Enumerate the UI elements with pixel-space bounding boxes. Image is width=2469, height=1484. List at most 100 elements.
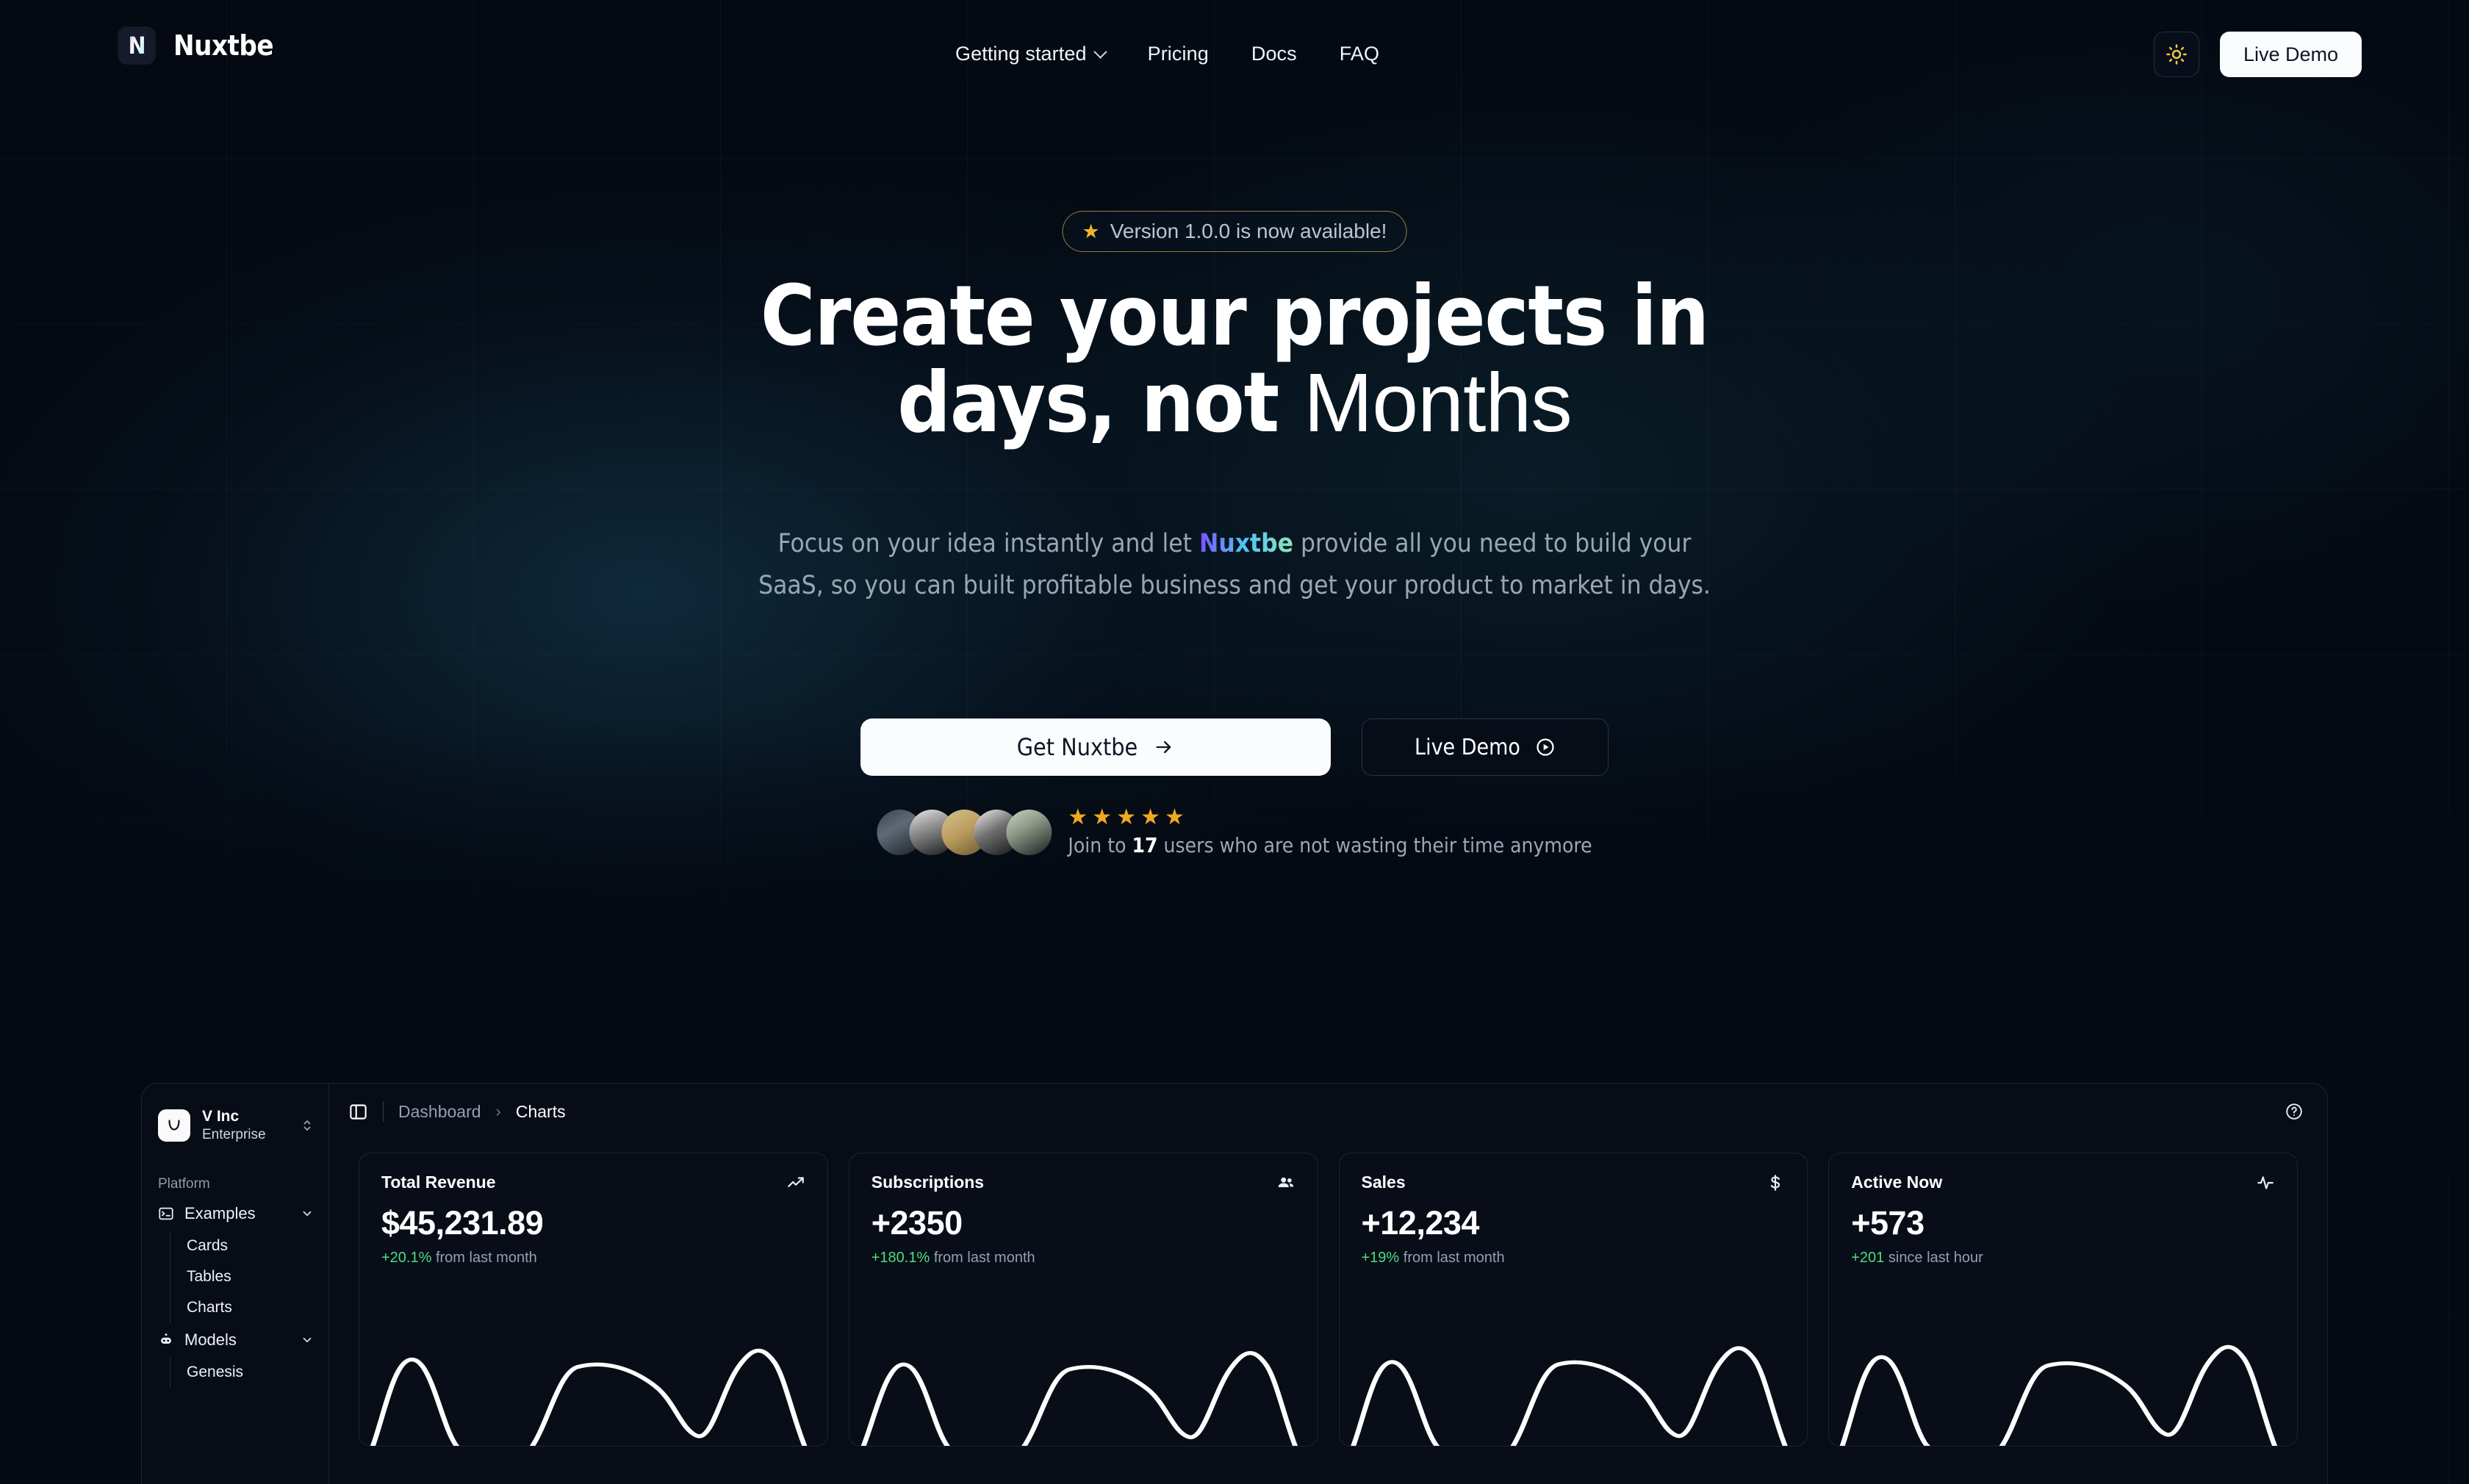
- card-delta-suffix: from last month: [930, 1250, 1035, 1266]
- org-name: V Inc: [202, 1108, 240, 1125]
- sidebar-item-genesis[interactable]: Genesis: [170, 1357, 328, 1388]
- card-delta-value: +20.1%: [381, 1250, 432, 1266]
- sidebar-item-examples[interactable]: Examples: [142, 1197, 328, 1231]
- brand-mark-letter: N: [128, 32, 145, 60]
- dashboard-main: Dashboard › Charts Total Revenue $45,231…: [329, 1084, 2327, 1484]
- nav-item-getting-started[interactable]: Getting started: [955, 43, 1107, 65]
- subtitle-brand-word: Nuxtbe: [1198, 529, 1294, 558]
- site-header: N Nuxtbe Getting started Pricing Docs FA…: [0, 0, 2469, 116]
- chevron-down-icon: [1093, 45, 1107, 59]
- dollar-sign-icon: [1771, 1174, 1780, 1191]
- theme-toggle-button[interactable]: [2153, 32, 2199, 77]
- header-live-demo-button[interactable]: Live Demo: [2219, 32, 2362, 77]
- card-header: Subscriptions: [871, 1173, 1295, 1192]
- trending-up-icon: [787, 1176, 804, 1187]
- card-title: Subscriptions: [871, 1173, 985, 1192]
- breadcrumb-dashboard[interactable]: Dashboard: [398, 1102, 481, 1122]
- card-delta-value: +180.1%: [871, 1250, 930, 1266]
- sidebar-item-charts[interactable]: Charts: [170, 1292, 328, 1323]
- sidebar-item-models[interactable]: Models: [142, 1323, 328, 1357]
- users-icon: [1278, 1177, 1293, 1187]
- nav-item-faq[interactable]: FAQ: [1340, 43, 1379, 65]
- star-icon: ★: [1092, 805, 1113, 829]
- sparkline-total-revenue: [359, 1318, 827, 1446]
- main-nav: Getting started Pricing Docs FAQ: [955, 43, 1379, 65]
- org-switcher[interactable]: V Inc Enterprise: [142, 1101, 328, 1144]
- sidebar-item-label: Examples: [184, 1204, 256, 1222]
- social-prefix: Join to: [1068, 833, 1132, 857]
- page-title: Create your projects in days, not Months: [683, 273, 1786, 446]
- hero-live-demo-label: Live Demo: [1415, 734, 1520, 760]
- card-value: $45,231.89: [381, 1204, 544, 1242]
- social-suffix: users who are not wasting their time any…: [1157, 833, 1592, 857]
- card-delta: +180.1% from last month: [871, 1250, 1295, 1267]
- dashboard-sidebar: V Inc Enterprise Platform Examples Cards…: [142, 1084, 329, 1484]
- card-title: Active Now: [1851, 1173, 1943, 1192]
- social-proof-text-block: ★ ★ ★ ★ ★ Join to 17 users who are not w…: [1068, 807, 1592, 858]
- stat-card-total-revenue: Total Revenue $45,231.89 +20.1% from las…: [359, 1153, 828, 1447]
- org-logo-icon: [158, 1109, 190, 1142]
- card-delta-suffix: since last hour: [1884, 1250, 1983, 1266]
- sun-icon: [2166, 44, 2187, 65]
- help-circle-icon[interactable]: [2285, 1102, 2304, 1121]
- nav-label: Getting started: [955, 43, 1087, 65]
- org-text: V Inc Enterprise: [202, 1107, 289, 1144]
- social-proof-caption: Join to 17 users who are not wasting the…: [1068, 833, 1592, 857]
- sidebar-subgroup-models: Genesis: [170, 1357, 328, 1388]
- sidebar-toggle-icon[interactable]: [348, 1102, 368, 1122]
- card-delta-suffix: from last month: [431, 1250, 537, 1266]
- rating-stars: ★ ★ ★ ★ ★: [1068, 807, 1592, 829]
- card-delta-value: +201: [1851, 1250, 1885, 1266]
- nav-item-pricing[interactable]: Pricing: [1148, 43, 1209, 65]
- card-title: Total Revenue: [381, 1173, 496, 1192]
- get-nuxtbe-label: Get Nuxtbe: [1016, 733, 1138, 761]
- terminal-icon: [159, 1207, 173, 1220]
- card-delta-value: +19%: [1361, 1250, 1400, 1266]
- card-header: Total Revenue: [381, 1173, 805, 1192]
- breadcrumb-separator: ›: [495, 1102, 501, 1120]
- v-mark-icon: [168, 1120, 180, 1131]
- get-nuxtbe-button[interactable]: Get Nuxtbe: [860, 718, 1331, 776]
- avatar-group: [877, 809, 1052, 855]
- chevron-up-down-icon: [303, 1120, 311, 1131]
- star-icon: ★: [1082, 220, 1100, 242]
- card-delta-suffix: from last month: [1399, 1250, 1505, 1266]
- hero-live-demo-button[interactable]: Live Demo: [1362, 718, 1609, 776]
- brand-name: Nuxtbe: [173, 29, 274, 62]
- sidebar-group-label: Platform: [158, 1176, 210, 1192]
- header-actions: Live Demo: [2153, 32, 2362, 77]
- bot-icon: [161, 1333, 171, 1344]
- stat-card-active-now: Active Now +573 +201 since last hour: [1828, 1153, 2298, 1447]
- star-icon: ★: [1068, 805, 1088, 829]
- card-delta: +20.1% from last month: [381, 1250, 805, 1267]
- hero-cta-row: Get Nuxtbe Live Demo: [860, 718, 1609, 776]
- subtitle-part-1: Focus on your idea instantly and let: [777, 529, 1199, 558]
- play-circle-icon: [1537, 738, 1554, 756]
- headline-line-2-emphasis: Months: [1304, 356, 1573, 449]
- avatar: [1006, 809, 1052, 855]
- stat-card-subscriptions: Subscriptions +2350 +180.1% from last mo…: [848, 1153, 1318, 1447]
- brand-logo[interactable]: N Nuxtbe: [118, 26, 274, 65]
- sparkline-sales: [1340, 1318, 1808, 1446]
- dashboard-preview: V Inc Enterprise Platform Examples Cards…: [141, 1083, 2328, 1484]
- nav-label: Docs: [1251, 43, 1297, 65]
- star-icon: ★: [1116, 805, 1137, 829]
- sparkline-active-now: [1829, 1318, 2297, 1446]
- sidebar-item-cards[interactable]: Cards: [170, 1231, 328, 1261]
- sidebar-item-tables[interactable]: Tables: [170, 1261, 328, 1292]
- star-icon: ★: [1165, 805, 1185, 829]
- card-header: Sales: [1362, 1173, 1786, 1192]
- headline-line-2-plain: days, not: [897, 353, 1304, 451]
- dashboard-topbar: Dashboard › Charts: [329, 1084, 2327, 1139]
- hero-subtitle: Focus on your idea instantly and let Nux…: [746, 523, 1723, 606]
- nav-item-docs[interactable]: Docs: [1251, 43, 1297, 65]
- social-proof: ★ ★ ★ ★ ★ Join to 17 users who are not w…: [877, 807, 1592, 857]
- card-title: Sales: [1361, 1173, 1406, 1192]
- stat-card-sales: Sales +12,234 +19% from last month: [1338, 1153, 1808, 1447]
- card-value: +2350: [871, 1204, 963, 1242]
- card-icon-slot: [2256, 1173, 2275, 1192]
- chevron-down-icon: [303, 1337, 312, 1343]
- nav-label: FAQ: [1339, 43, 1380, 65]
- card-icon-slot: [1276, 1173, 1295, 1192]
- version-badge[interactable]: ★ Version 1.0.0 is now available!: [1062, 211, 1407, 252]
